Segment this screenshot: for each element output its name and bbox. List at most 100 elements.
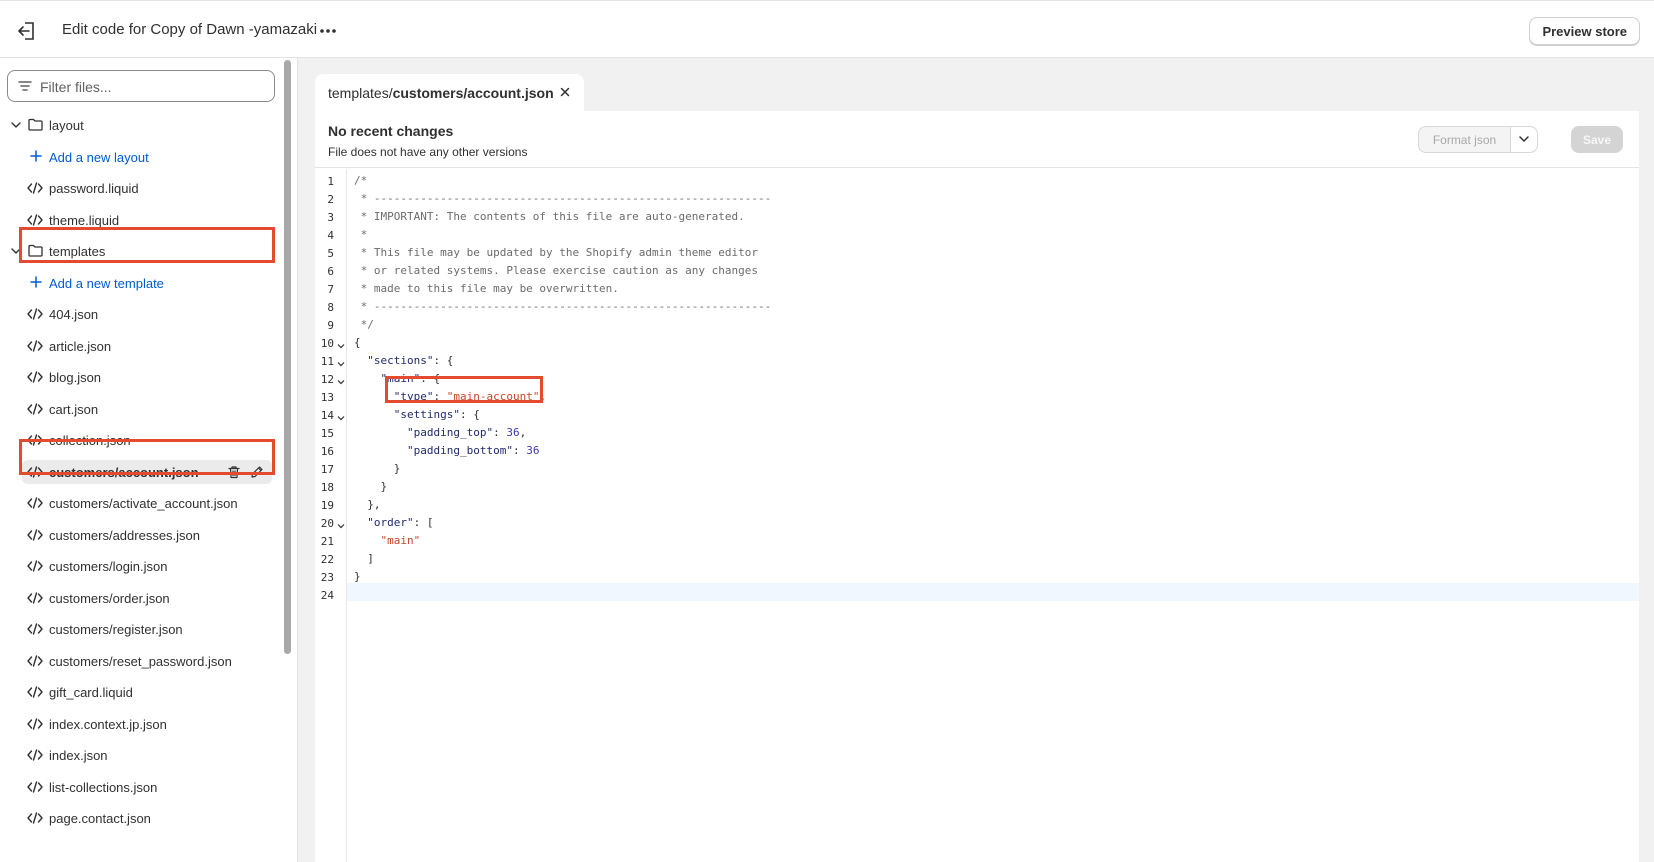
line-number: 6 bbox=[327, 265, 334, 278]
line-number: 10 bbox=[320, 337, 334, 350]
line-number: 4 bbox=[327, 229, 334, 242]
plus-icon bbox=[30, 275, 42, 288]
line-number: 5 bbox=[327, 247, 334, 260]
code-line: /* bbox=[354, 174, 368, 187]
add-layout-link[interactable]: Add a new layout bbox=[0, 145, 270, 169]
format-json-button[interactable]: Format json bbox=[1419, 127, 1510, 152]
line-number: 17 bbox=[320, 463, 334, 476]
code-line: }, bbox=[354, 498, 381, 511]
line-number: 22 bbox=[320, 553, 334, 566]
code-line: "sections": { bbox=[367, 354, 454, 367]
line-number: 15 bbox=[320, 427, 334, 440]
line-number: 9 bbox=[327, 319, 334, 332]
code-file-icon bbox=[27, 686, 43, 698]
line-number: 13 bbox=[320, 391, 334, 404]
format-options-button[interactable] bbox=[1511, 127, 1537, 152]
file-item[interactable]: 404.json bbox=[0, 302, 270, 326]
filter-box bbox=[7, 70, 275, 102]
code-line: * This file may be updated by the Shopif… bbox=[354, 246, 758, 259]
pencil-icon[interactable] bbox=[250, 465, 264, 479]
fold-chevron-icon[interactable] bbox=[337, 522, 345, 530]
code-line: * --------------------------------------… bbox=[354, 192, 772, 205]
tab-customers-account[interactable]: templates/customers/account.json bbox=[315, 74, 584, 111]
code-line: } bbox=[354, 480, 388, 493]
code-line: * IMPORTANT: The contents of this file a… bbox=[354, 210, 745, 223]
file-item[interactable]: gift_card.liquid bbox=[0, 680, 270, 704]
file-item[interactable]: customers/register.json bbox=[0, 617, 270, 641]
code-line: "order": [ bbox=[367, 516, 434, 529]
folder-icon bbox=[28, 244, 43, 257]
fold-chevron-icon[interactable] bbox=[337, 342, 345, 350]
file-item[interactable]: customers/activate_account.json bbox=[0, 491, 270, 515]
file-item[interactable]: customers/login.json bbox=[0, 554, 270, 578]
file-item[interactable]: list-collections.json bbox=[0, 775, 270, 799]
folder-templates[interactable]: templates bbox=[0, 239, 270, 263]
tab-file-name: customers/account.json bbox=[392, 85, 554, 101]
file-item[interactable]: cart.json bbox=[0, 397, 270, 421]
file-item[interactable]: index.context.jp.json bbox=[0, 712, 270, 736]
add-template-link[interactable]: Add a new template bbox=[0, 271, 270, 295]
line-number: 3 bbox=[327, 211, 334, 224]
file-name-label: gift_card.liquid bbox=[49, 685, 133, 700]
code-line: * --------------------------------------… bbox=[354, 300, 772, 313]
code-line: * or related systems. Please exercise ca… bbox=[354, 264, 758, 277]
code-line: * bbox=[354, 228, 368, 241]
line-number: 7 bbox=[327, 283, 334, 296]
save-button[interactable]: Save bbox=[1571, 126, 1623, 153]
code-line: ] bbox=[354, 552, 374, 565]
line-number: 20 bbox=[320, 517, 334, 530]
file-item[interactable]: password.liquid bbox=[0, 176, 270, 200]
page-title: Edit code for Copy of Dawn -yamazaki bbox=[62, 21, 318, 38]
folder-layout[interactable]: layout bbox=[0, 113, 270, 137]
file-item[interactable]: theme.liquid bbox=[0, 208, 270, 232]
file-name-label: templates bbox=[49, 244, 106, 259]
filter-files-input[interactable] bbox=[38, 75, 272, 99]
file-item[interactable]: customers/addresses.json bbox=[0, 523, 270, 547]
line-number: 23 bbox=[320, 571, 334, 584]
code-line: } bbox=[354, 462, 401, 475]
file-item[interactable]: customers/order.json bbox=[0, 586, 270, 610]
file-name-label: customers/login.json bbox=[49, 559, 168, 574]
code-file-icon bbox=[27, 560, 43, 572]
file-name-label: customers/reset_password.json bbox=[49, 653, 232, 669]
fold-chevron-icon[interactable] bbox=[337, 378, 345, 386]
code-file-icon bbox=[27, 654, 43, 667]
file-item-selected[interactable]: customers/account.json bbox=[22, 459, 272, 484]
code-file-icon bbox=[27, 371, 43, 383]
code-editor[interactable]: 1 2 3 4 5 6 7 8 9 10 11 12 13 14 15 16 17 18 19 20 21 22 23 24 … bbox=[315, 169, 1639, 862]
line-number: 14 bbox=[320, 409, 334, 422]
line-number-gutter: 1 2 3 4 5 6 7 8 9 10 11 12 13 14 15 16 17 18 19 20 21 22 23 24 bbox=[315, 169, 347, 862]
fold-chevron-icon[interactable] bbox=[337, 414, 345, 422]
file-item[interactable]: page.contact.json bbox=[0, 806, 270, 830]
code-line: "padding_top": 36, bbox=[406, 426, 527, 439]
sidebar-scrollbar-thumb[interactable] bbox=[284, 60, 291, 654]
code-file-icon bbox=[27, 402, 43, 415]
fold-chevron-icon[interactable] bbox=[337, 360, 345, 368]
format-button-group: Format json bbox=[1418, 126, 1538, 153]
top-bar: Edit code for Copy of Dawn -yamazaki Pre… bbox=[0, 0, 1654, 58]
code-file-icon bbox=[27, 591, 43, 604]
preview-store-button[interactable]: Preview store bbox=[1529, 17, 1640, 45]
file-item[interactable]: blog.json bbox=[0, 365, 270, 389]
file-item[interactable]: collection.json bbox=[0, 428, 270, 452]
file-item[interactable]: customers/reset_password.json bbox=[0, 649, 270, 673]
exit-icon[interactable] bbox=[16, 20, 38, 42]
file-name-label: customers/register.json bbox=[49, 622, 183, 637]
line-number: 12 bbox=[320, 373, 334, 386]
code-line: } bbox=[354, 570, 361, 583]
file-item[interactable]: index.json bbox=[0, 743, 270, 767]
tab-path-prefix: templates/ bbox=[328, 85, 393, 101]
code-file-icon bbox=[27, 717, 43, 730]
code-file-icon bbox=[27, 308, 43, 320]
file-item[interactable]: article.json bbox=[0, 334, 270, 358]
more-options-icon[interactable] bbox=[318, 22, 338, 40]
file-name-label: customers/addresses.json bbox=[49, 527, 201, 543]
close-icon[interactable] bbox=[559, 86, 571, 98]
file-name-label: list-collections.json bbox=[49, 779, 158, 795]
code-line: "settings": { bbox=[393, 408, 480, 421]
version-status-bar: No recent changes File does not have any… bbox=[315, 111, 1639, 168]
code-file-icon bbox=[27, 434, 43, 446]
trash-icon[interactable] bbox=[227, 465, 241, 479]
line-number: 2 bbox=[327, 193, 334, 206]
add-link-label: Add a new template bbox=[49, 275, 164, 291]
